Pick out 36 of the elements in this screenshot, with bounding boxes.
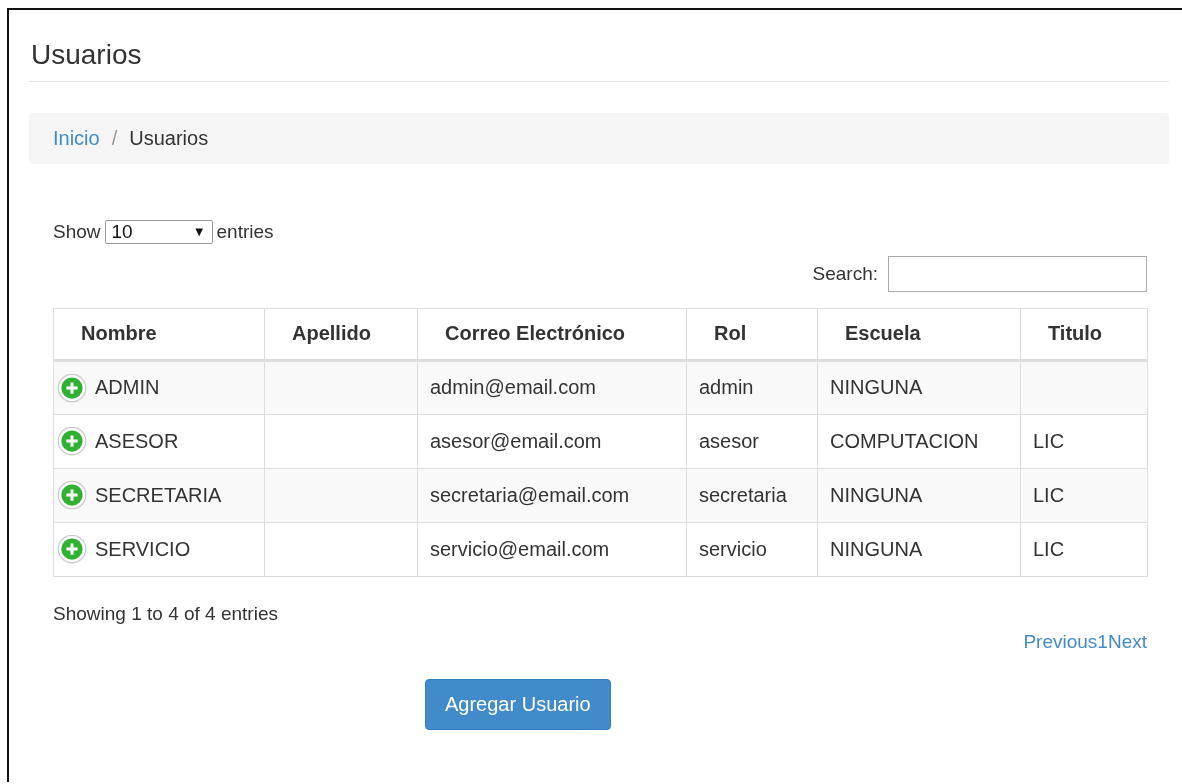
table-cell: secretaria@email.com — [430, 483, 630, 506]
table-cell: admin — [699, 376, 754, 399]
expand-icon[interactable] — [57, 372, 87, 403]
table-cell: LIC — [1033, 429, 1065, 452]
expand-icon[interactable] — [57, 480, 87, 511]
page-title: Usuarios — [29, 10, 1169, 82]
table-cell: SERVICIO — [95, 537, 191, 561]
table-cell: asesor — [699, 429, 760, 452]
table-cell: servicio@email.com — [430, 537, 610, 560]
table-cell: ADMIN — [95, 376, 160, 400]
table-cell: secretaria — [699, 483, 787, 506]
table-cell: LIC — [1033, 483, 1065, 506]
table-cell: admin@email.com — [430, 376, 596, 399]
pagination-link[interactable]: Previous — [1023, 630, 1098, 653]
search-field[interactable] — [888, 255, 1147, 292]
expand-icon[interactable] — [57, 426, 87, 457]
table-cell: NINGUNA — [830, 376, 923, 399]
entries-select[interactable]: 10 ▼ — [104, 219, 213, 244]
table-cell: NINGUNA — [830, 537, 923, 560]
table-cell: servicio — [699, 537, 767, 560]
pagination-link[interactable]: 1 — [1097, 630, 1108, 653]
search-label: Search: — [812, 262, 878, 285]
add-user-button[interactable]: Agregar Usuario — [425, 678, 611, 730]
table-cell: COMPUTACION — [830, 429, 979, 452]
table-cell: ASESOR — [95, 429, 179, 453]
entries-info: Showing 1 to 4 of 4 entries — [53, 602, 279, 625]
table-cell: LIC — [1033, 537, 1065, 560]
breadcrumb-current: Usuarios — [129, 126, 209, 150]
table-cell: asesor@email.com — [430, 429, 602, 452]
table-cell: SECRETARIA — [95, 483, 222, 507]
breadcrumb-separator: / — [110, 126, 119, 150]
entries-label: entries — [216, 220, 274, 243]
pagination-link[interactable]: Next — [1107, 630, 1147, 653]
table-cell: NINGUNA — [830, 483, 923, 506]
expand-icon[interactable] — [57, 534, 87, 565]
show-label: Show — [53, 220, 101, 243]
